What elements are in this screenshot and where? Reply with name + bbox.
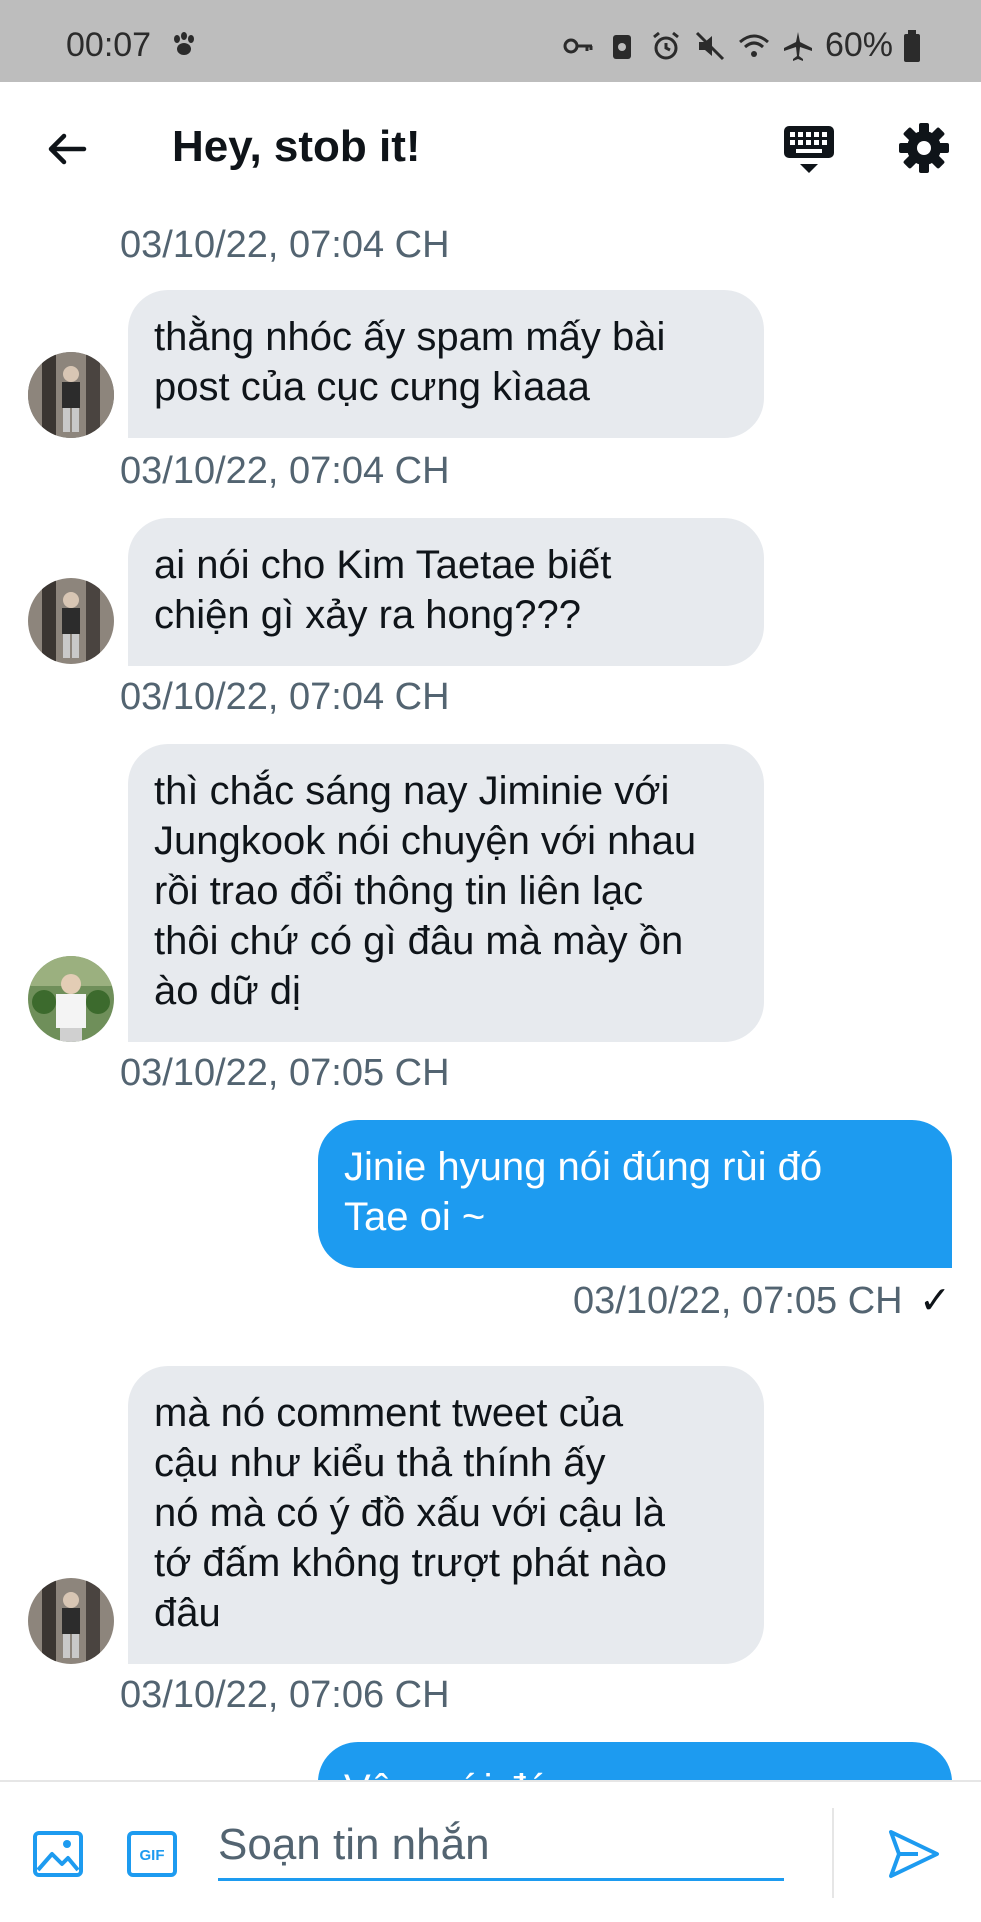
back-arrow-icon[interactable] <box>40 122 94 176</box>
conversation-header: Hey, stob it! <box>0 82 981 220</box>
message-text-line: đâu <box>154 1591 221 1635</box>
message-text-line: Jinie hyung nói đúng rùi đó <box>344 1145 823 1189</box>
incoming-message-bubble[interactable]: thằng nhóc ấy spam mấy bài post của cục … <box>128 290 764 438</box>
message-timestamp: 03/10/22, 07:04 CH <box>120 224 450 266</box>
message-text-line: nó mà có ý đồ xấu với cậu là <box>154 1491 665 1535</box>
conversation-title: Hey, stob it! <box>172 122 421 171</box>
wifi-icon <box>738 34 769 57</box>
status-bar: 00:07 60% <box>0 0 981 82</box>
battery-percent: 60% <box>824 26 893 64</box>
mute-icon <box>695 31 724 60</box>
message-text-line: ai nói cho Kim Taetae biết <box>154 543 612 587</box>
message-timestamp: 03/10/22, 07:05 CH <box>573 1280 903 1322</box>
message-text-line: post của cục cưng kìaaa <box>154 365 590 409</box>
message-text-line: Jungkook nói chuyện với nhau <box>154 819 697 863</box>
airplane-icon <box>783 31 812 61</box>
message-input[interactable] <box>218 1812 784 1881</box>
clipboard-icon <box>612 34 631 59</box>
message-text-line: thì chắc sáng nay Jiminie với <box>154 769 670 813</box>
message-timestamp: 03/10/22, 07:04 CH <box>120 676 450 718</box>
incoming-message-bubble[interactable]: thì chắc sáng nay Jiminie với Jungkook n… <box>128 744 764 1042</box>
message-text-line: cậu như kiểu thả thính ấy <box>154 1441 606 1485</box>
message-text-line: thằng nhóc ấy spam mấy bài <box>154 315 666 359</box>
message-composer: GIF <box>0 1780 981 1922</box>
send-icon[interactable] <box>886 1826 942 1882</box>
avatar[interactable] <box>28 1578 114 1664</box>
incoming-message-bubble[interactable]: mà nó comment tweet của cậu như kiểu thả… <box>128 1366 764 1664</box>
avatar[interactable] <box>28 352 114 438</box>
alarm-icon <box>653 31 679 59</box>
message-timestamp: 03/10/22, 07:04 CH <box>120 450 450 492</box>
gif-icon[interactable]: GIF <box>126 1828 178 1880</box>
message-text-line: chiện gì xảy ra hong??? <box>154 593 581 637</box>
message-text-line: thôi chứ có gì đâu mà mày ồn <box>154 919 684 963</box>
outgoing-message-meta: 03/10/22, 07:05 CH ✓ <box>573 1278 951 1323</box>
keyboard-hide-icon[interactable] <box>782 122 836 176</box>
message-text-line: rồi trao đổi thông tin liên lạc <box>154 869 644 913</box>
message-timestamp: 03/10/22, 07:06 CH <box>120 1674 450 1716</box>
message-list[interactable]: 03/10/22, 07:04 CH thằng nhóc ấy spam mấ… <box>0 220 981 1780</box>
message-text-line: mà nó comment tweet của <box>154 1391 624 1435</box>
paw-icon <box>174 32 194 55</box>
composer-divider <box>832 1808 834 1898</box>
outgoing-message-bubble[interactable]: Vậy mới đúng <box>318 1742 952 1780</box>
sent-check-icon: ✓ <box>919 1280 951 1322</box>
message-text-line: tớ đấm không trượt phát nào <box>154 1541 667 1585</box>
key-icon <box>563 38 593 53</box>
message-text-line: ào dữ dị <box>154 969 301 1013</box>
avatar[interactable] <box>28 578 114 664</box>
message-timestamp: 03/10/22, 07:05 CH <box>120 1052 450 1094</box>
outgoing-message-bubble[interactable]: Jinie hyung nói đúng rùi đó Tae oi ~ <box>318 1120 952 1268</box>
settings-gear-icon[interactable] <box>896 120 952 176</box>
incoming-message-bubble[interactable]: ai nói cho Kim Taetae biết chiện gì xảy … <box>128 518 764 666</box>
message-text-line: Vậy mới đúng <box>344 1764 926 1780</box>
avatar[interactable] <box>28 956 114 1042</box>
battery-icon <box>904 29 920 62</box>
status-time: 00:07 <box>66 26 152 64</box>
image-attach-icon[interactable] <box>32 1828 84 1880</box>
message-text-line: Tae oi ~ <box>344 1195 486 1239</box>
gif-label: GIF <box>140 1847 165 1864</box>
